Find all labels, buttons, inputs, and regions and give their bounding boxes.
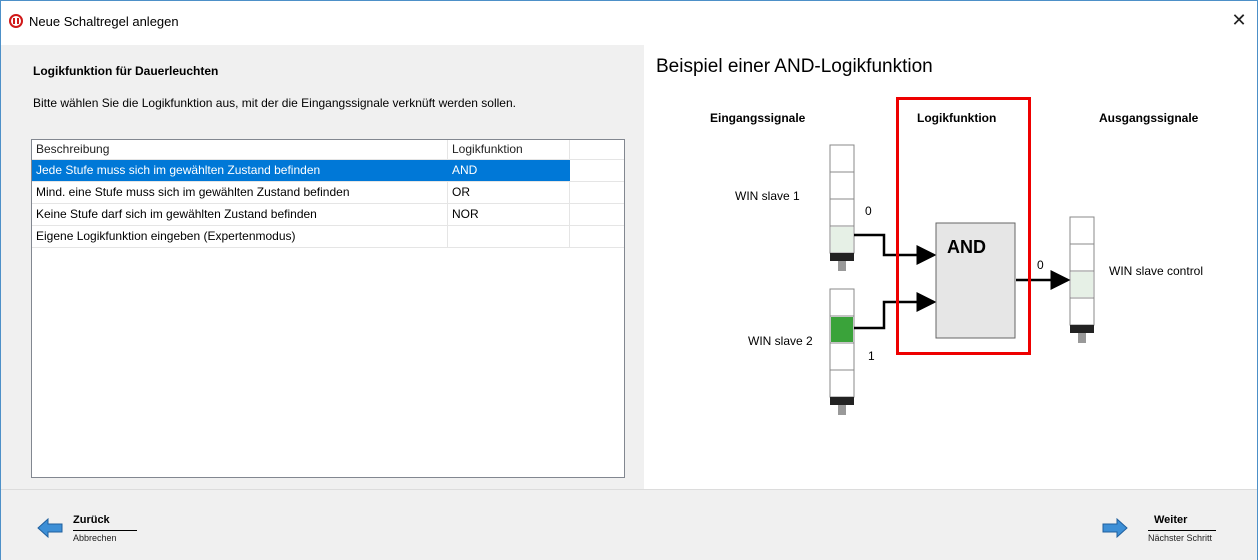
close-button[interactable]: ✕ <box>1227 9 1251 33</box>
back-button[interactable]: Zurück Abbrechen <box>21 500 151 550</box>
slave-2-value: 1 <box>868 349 875 363</box>
list-row-and[interactable]: Jede Stufe muss sich im gewählten Zustan… <box>32 160 624 182</box>
signal-tower-1-icon <box>829 144 855 271</box>
back-sublabel: Abbrechen <box>73 533 117 543</box>
list-row-expert[interactable]: Eigene Logikfunktion eingeben (Expertenm… <box>32 226 624 248</box>
row-description: Keine Stufe darf sich im gewählten Zusta… <box>32 204 448 225</box>
column-header-logic[interactable]: Logikfunktion <box>448 140 570 160</box>
output-value: 0 <box>1037 258 1044 272</box>
section-title: Logikfunktion für Dauerleuchten <box>33 64 219 78</box>
output-signal-tower-icon <box>1069 216 1095 343</box>
app-logo-icon <box>9 14 23 28</box>
arrow-left-icon <box>37 518 63 538</box>
list-header: Beschreibung Logikfunktion <box>32 140 624 160</box>
signal-tower-2-icon <box>829 288 855 415</box>
row-logic <box>448 226 570 247</box>
row-description: Jede Stufe muss sich im gewählten Zustan… <box>32 160 448 181</box>
logic-selection-panel: Logikfunktion für Dauerleuchten Bitte wä… <box>1 45 644 489</box>
row-description: Eigene Logikfunktion eingeben (Expertenm… <box>32 226 448 247</box>
footer-bar: Zurück Abbrechen Weiter Nächster Schritt <box>1 489 1257 560</box>
next-button[interactable]: Weiter Nächster Schritt <box>1096 500 1236 550</box>
row-logic: NOR <box>448 204 570 225</box>
column-header-empty[interactable] <box>570 140 624 160</box>
back-label: Zurück <box>73 514 110 526</box>
example-diagram-panel: Beispiel einer AND-Logikfunktion Eingang… <box>644 45 1257 489</box>
list-row-or[interactable]: Mind. eine Stufe muss sich im gewählten … <box>32 182 624 204</box>
slave-2-label: WIN slave 2 <box>748 334 813 348</box>
next-label: Weiter <box>1154 514 1188 526</box>
logic-function-list[interactable]: Beschreibung Logikfunktion Jede Stufe mu… <box>31 139 625 478</box>
list-row-nor[interactable]: Keine Stufe darf sich im gewählten Zusta… <box>32 204 624 226</box>
section-description: Bitte wählen Sie die Logikfunktion aus, … <box>33 96 516 110</box>
output-label: WIN slave control <box>1109 264 1203 278</box>
title-bar: Neue Schaltregel anlegen ✕ <box>1 1 1257 45</box>
window-title: Neue Schaltregel anlegen <box>29 14 179 29</box>
row-description: Mind. eine Stufe muss sich im gewählten … <box>32 182 448 203</box>
arrow-right-icon <box>1102 518 1128 538</box>
column-header-description[interactable]: Beschreibung <box>32 140 448 160</box>
dialog-window: Neue Schaltregel anlegen ✕ Logikfunktion… <box>0 0 1258 560</box>
logic-highlight-box <box>896 97 1031 355</box>
slave-1-label: WIN slave 1 <box>735 189 800 203</box>
slave-1-value: 0 <box>865 204 872 218</box>
row-logic: OR <box>448 182 570 203</box>
row-logic: AND <box>448 160 570 181</box>
next-sublabel: Nächster Schritt <box>1148 533 1213 543</box>
